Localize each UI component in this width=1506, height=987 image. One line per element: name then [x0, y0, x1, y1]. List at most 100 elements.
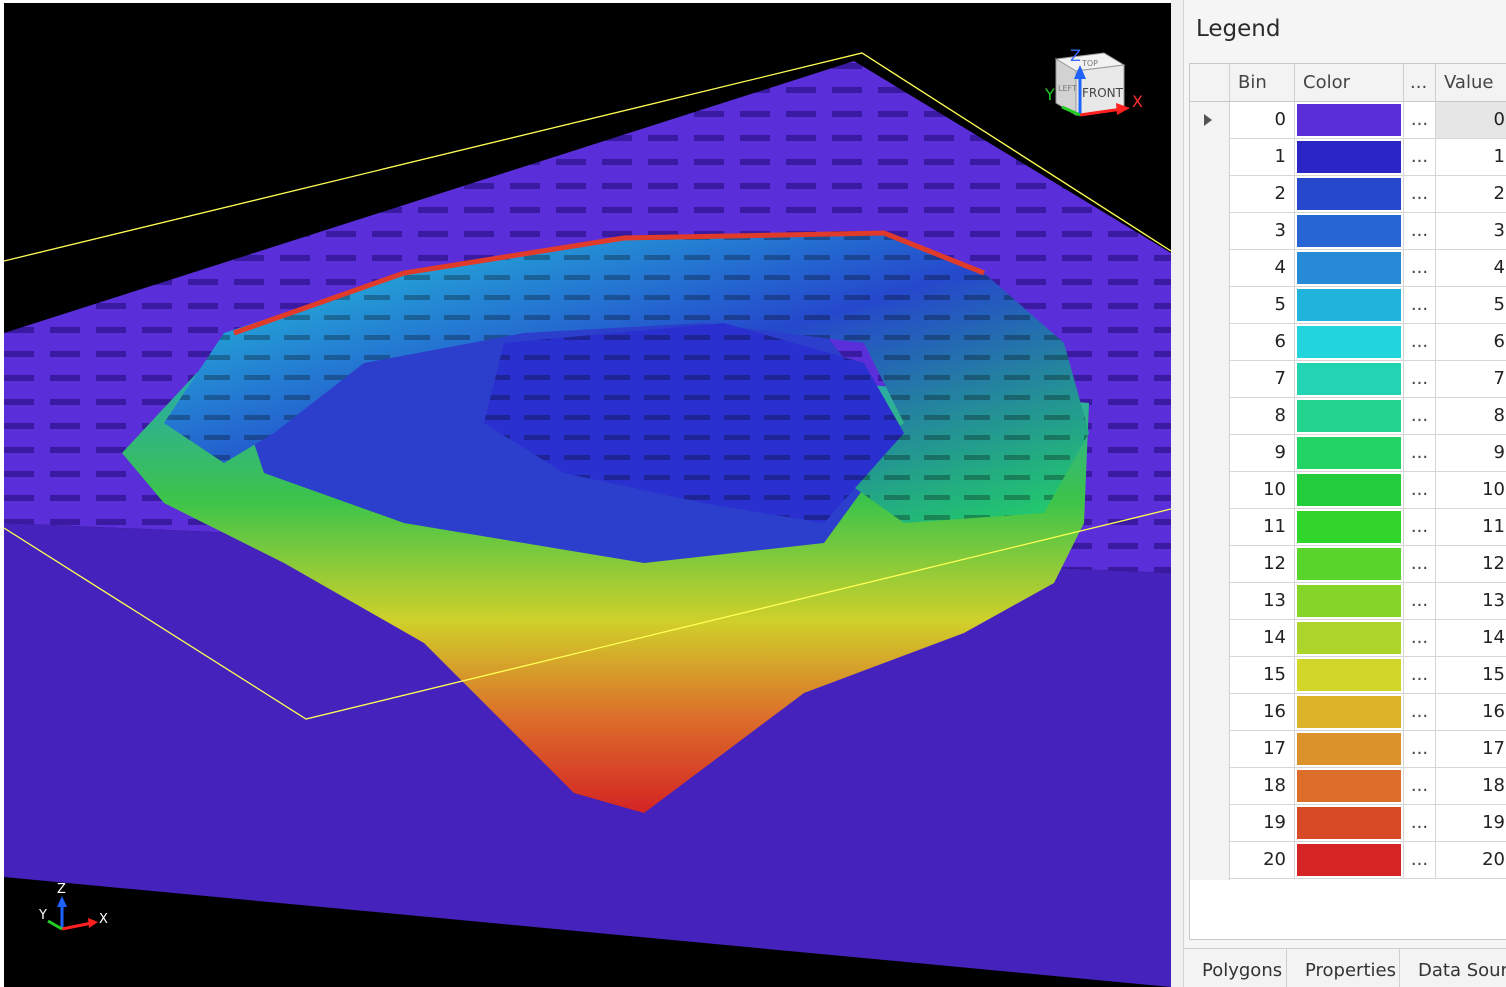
value-cell[interactable]: 18 [1436, 768, 1506, 805]
color-picker-button[interactable]: ... [1404, 398, 1436, 435]
color-cell[interactable] [1295, 398, 1404, 435]
value-cell[interactable]: 2 [1436, 176, 1506, 213]
legend-row[interactable]: 0... 0 [1190, 102, 1506, 139]
tab-polygons[interactable]: Polygons [1184, 949, 1287, 987]
color-cell[interactable] [1295, 731, 1404, 768]
value-cell[interactable]: 5 [1436, 287, 1506, 324]
column-header-bin[interactable]: Bin [1230, 64, 1295, 101]
legend-row[interactable]: 18... 18 [1190, 768, 1506, 805]
color-cell[interactable] [1295, 139, 1404, 176]
color-picker-button[interactable]: ... [1404, 620, 1436, 657]
value-cell[interactable]: 1 [1436, 139, 1506, 176]
column-header-value[interactable]: Value [1436, 64, 1506, 101]
value-cell[interactable]: 6 [1436, 324, 1506, 361]
legend-row[interactable]: 11... 11 [1190, 509, 1506, 546]
bin-cell[interactable]: 19 [1230, 805, 1295, 842]
value-cell[interactable]: 19 [1436, 805, 1506, 842]
color-picker-button[interactable]: ... [1404, 509, 1436, 546]
bin-cell[interactable]: 14 [1230, 620, 1295, 657]
color-cell[interactable] [1295, 176, 1404, 213]
bin-cell[interactable]: 18 [1230, 768, 1295, 805]
legend-row[interactable]: 17... 17 [1190, 731, 1506, 768]
color-cell[interactable] [1295, 694, 1404, 731]
color-picker-button[interactable]: ... [1404, 472, 1436, 509]
color-cell[interactable] [1295, 435, 1404, 472]
color-picker-button[interactable]: ... [1404, 805, 1436, 842]
3d-viewport[interactable]: TOP FRONT LEFT Z X Y Z X Y [4, 3, 1171, 987]
panel-splitter[interactable] [1171, 0, 1183, 987]
bin-cell[interactable]: 1 [1230, 139, 1295, 176]
color-cell[interactable] [1295, 768, 1404, 805]
color-cell[interactable] [1295, 102, 1404, 139]
legend-row[interactable]: 19... 19 [1190, 805, 1506, 842]
legend-row[interactable]: 14... 14 [1190, 620, 1506, 657]
color-picker-button[interactable]: ... [1404, 213, 1436, 250]
legend-row[interactable]: 10... 10 [1190, 472, 1506, 509]
bin-cell[interactable]: 13 [1230, 583, 1295, 620]
color-cell[interactable] [1295, 472, 1404, 509]
color-picker-button[interactable]: ... [1404, 546, 1436, 583]
color-cell[interactable] [1295, 324, 1404, 361]
value-cell[interactable]: 8 [1436, 398, 1506, 435]
color-picker-button[interactable]: ... [1404, 583, 1436, 620]
column-header-dots[interactable]: ... [1404, 64, 1436, 101]
color-cell[interactable] [1295, 805, 1404, 842]
value-cell[interactable]: 4 [1436, 250, 1506, 287]
bin-cell[interactable]: 0 [1230, 102, 1295, 139]
bin-cell[interactable]: 17 [1230, 731, 1295, 768]
bin-cell[interactable]: 16 [1230, 694, 1295, 731]
color-picker-button[interactable]: ... [1404, 694, 1436, 731]
tab-properties[interactable]: Properties [1287, 949, 1400, 987]
bin-cell[interactable]: 9 [1230, 435, 1295, 472]
legend-row[interactable]: 20... 20 [1190, 842, 1506, 879]
color-picker-button[interactable]: ... [1404, 287, 1436, 324]
color-cell[interactable] [1295, 620, 1404, 657]
bin-cell[interactable]: 20 [1230, 842, 1295, 879]
column-header-color[interactable]: Color [1295, 64, 1404, 101]
color-cell[interactable] [1295, 583, 1404, 620]
color-picker-button[interactable]: ... [1404, 176, 1436, 213]
color-picker-button[interactable]: ... [1404, 435, 1436, 472]
bin-cell[interactable]: 3 [1230, 213, 1295, 250]
color-picker-button[interactable]: ... [1404, 768, 1436, 805]
color-picker-button[interactable]: ... [1404, 324, 1436, 361]
legend-row[interactable]: 4... 4 [1190, 250, 1506, 287]
color-cell[interactable] [1295, 509, 1404, 546]
color-cell[interactable] [1295, 213, 1404, 250]
bin-cell[interactable]: 11 [1230, 509, 1295, 546]
legend-row[interactable]: 16... 16 [1190, 694, 1506, 731]
value-cell[interactable]: 17 [1436, 731, 1506, 768]
value-cell[interactable]: 0 [1436, 102, 1506, 139]
legend-grid[interactable]: Bin Color ... Value 0... 0 1... 1 2... 2 3... 3… [1189, 63, 1506, 940]
legend-row[interactable]: 13... 13 [1190, 583, 1506, 620]
legend-row[interactable]: 2... 2 [1190, 176, 1506, 213]
bin-cell[interactable]: 8 [1230, 398, 1295, 435]
color-cell[interactable] [1295, 842, 1404, 879]
legend-row[interactable]: 6... 6 [1190, 324, 1506, 361]
legend-row[interactable]: 3... 3 [1190, 213, 1506, 250]
value-cell[interactable]: 3 [1436, 213, 1506, 250]
value-cell[interactable]: 9 [1436, 435, 1506, 472]
legend-row[interactable]: 12... 12 [1190, 546, 1506, 583]
color-picker-button[interactable]: ... [1404, 731, 1436, 768]
bin-cell[interactable]: 7 [1230, 361, 1295, 398]
color-picker-button[interactable]: ... [1404, 842, 1436, 879]
color-cell[interactable] [1295, 250, 1404, 287]
legend-row[interactable]: 15... 15 [1190, 657, 1506, 694]
legend-row[interactable]: 8... 8 [1190, 398, 1506, 435]
color-picker-button[interactable]: ... [1404, 657, 1436, 694]
color-picker-button[interactable]: ... [1404, 250, 1436, 287]
legend-row[interactable]: 7... 7 [1190, 361, 1506, 398]
value-cell[interactable]: 16 [1436, 694, 1506, 731]
bin-cell[interactable]: 15 [1230, 657, 1295, 694]
value-cell[interactable]: 13 [1436, 583, 1506, 620]
legend-row[interactable]: 9... 9 [1190, 435, 1506, 472]
bin-cell[interactable]: 5 [1230, 287, 1295, 324]
bin-cell[interactable]: 6 [1230, 324, 1295, 361]
value-cell[interactable]: 11 [1436, 509, 1506, 546]
value-cell[interactable]: 20 [1436, 842, 1506, 879]
value-cell[interactable]: 12 [1436, 546, 1506, 583]
legend-row[interactable]: 5... 5 [1190, 287, 1506, 324]
nav-cube[interactable]: TOP FRONT LEFT Z X Y [1044, 46, 1143, 117]
legend-row[interactable]: 1... 1 [1190, 139, 1506, 176]
